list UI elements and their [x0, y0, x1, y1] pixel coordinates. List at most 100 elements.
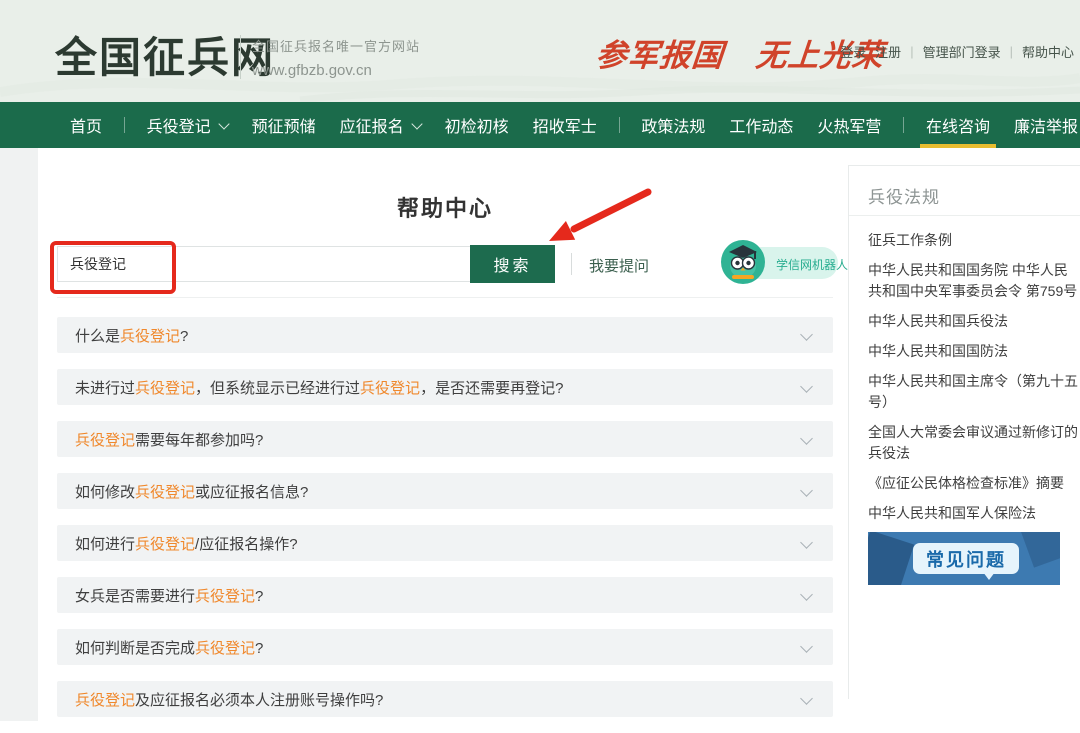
- page-left-gutter: [0, 148, 38, 721]
- faq-question-text: ?: [180, 328, 188, 345]
- sidebar-link[interactable]: 中华人民共和国军人保险法: [868, 503, 1078, 524]
- highlighted-keyword: 兵役登记: [135, 536, 195, 553]
- faq-question-text: 如何判断是否完成: [75, 640, 195, 657]
- separator: |: [1010, 44, 1013, 59]
- nav-item-military-camp[interactable]: 火热军营: [815, 102, 883, 148]
- sidebar-top-border: [848, 165, 1080, 166]
- faq-question-text: ，但系统显示已经进行过: [195, 380, 360, 397]
- nav-item-work-updates[interactable]: 工作动态: [727, 102, 795, 148]
- nav-item-integrity-report[interactable]: 廉洁举报: [1012, 102, 1080, 148]
- sidebar-link[interactable]: 中华人民共和国兵役法: [868, 311, 1078, 332]
- sidebar-link[interactable]: 征兵工作条例: [868, 230, 1078, 251]
- faq-question-text: /应征报名操作?: [195, 536, 298, 553]
- nav-item-label: 首页: [70, 113, 102, 137]
- chevron-down-icon: [800, 380, 813, 393]
- logo-divider: [240, 35, 241, 79]
- nav-item-label: 兵役登记: [147, 113, 211, 137]
- nav-item-home[interactable]: 首页: [68, 102, 104, 148]
- nav-item-label: 廉洁举报: [1014, 113, 1078, 137]
- faq-question-text: 需要每年都参加吗?: [135, 432, 263, 449]
- faq-question: 如何进行兵役登记/应征报名操作?: [75, 533, 298, 554]
- faq-question-text: 或应征报名信息?: [195, 484, 308, 501]
- faq-question: 兵役登记需要每年都参加吗?: [75, 429, 263, 450]
- faq-item[interactable]: 女兵是否需要进行兵役登记?: [57, 577, 833, 613]
- page-title: 帮助中心: [57, 191, 833, 223]
- sidebar-link[interactable]: 《应征公民体格检查标准》摘要: [868, 473, 1078, 494]
- faq-question-text: ?: [255, 588, 263, 605]
- owl-robot-icon: [720, 239, 766, 285]
- highlighted-keyword: 兵役登记: [120, 328, 180, 345]
- faq-item[interactable]: 兵役登记及应征报名必须本人注册账号操作吗?: [57, 681, 833, 717]
- highlighted-keyword: 兵役登记: [135, 484, 195, 501]
- faq-question-text: ，是否还需要再登记?: [420, 380, 563, 397]
- faq-item[interactable]: 什么是兵役登记?: [57, 317, 833, 353]
- faq-question: 如何修改兵役登记或应征报名信息?: [75, 481, 308, 502]
- faq-banner-bubble: 常见问题: [913, 543, 1019, 574]
- search-button[interactable]: 搜索: [470, 245, 555, 283]
- admin-login-link[interactable]: 管理部门登录: [923, 42, 1001, 61]
- top-links: 登录注册 | 管理部门登录 | 帮助中心: [840, 42, 1074, 61]
- robot-assistant-label: 学信网机器人: [776, 256, 848, 273]
- sidebar-link[interactable]: 中华人民共和国主席令（第九十五号）: [868, 371, 1078, 413]
- faq-question-text: ?: [255, 640, 263, 657]
- faq-question: 什么是兵役登记?: [75, 325, 188, 346]
- login-link[interactable]: 登录: [840, 42, 866, 61]
- sidebar-link[interactable]: 中华人民共和国国务院 中华人民共和国中央军事委员会令 第759号: [868, 260, 1078, 302]
- ask-question-link[interactable]: 我要提问: [589, 255, 649, 276]
- highlighted-keyword: 兵役登记: [135, 380, 195, 397]
- chevron-down-icon: [800, 484, 813, 497]
- nav-item-label: 工作动态: [729, 113, 793, 137]
- nav-item-label: 招收军士: [533, 113, 597, 137]
- faq-item[interactable]: 如何判断是否完成兵役登记?: [57, 629, 833, 665]
- faq-item[interactable]: 如何修改兵役登记或应征报名信息?: [57, 473, 833, 509]
- faq-question: 未进行过兵役登记，但系统显示已经进行过兵役登记，是否还需要再登记?: [75, 377, 563, 398]
- content-divider: [57, 297, 833, 298]
- nav-item-label: 火热军营: [817, 113, 881, 137]
- faq-list: 什么是兵役登记?未进行过兵役登记，但系统显示已经进行过兵役登记，是否还需要再登记…: [57, 317, 833, 733]
- separator: |: [910, 44, 913, 59]
- main-navigation: 首页 兵役登记 预征预储应征报名 初检初核招收军士 政策法规工作动态火热军营 在线咨询廉洁…: [0, 102, 1080, 148]
- highlighted-keyword: 兵役登记: [75, 692, 135, 709]
- chevron-down-icon: [800, 640, 813, 653]
- chevron-down-icon: [800, 692, 813, 705]
- chevron-down-icon: [218, 118, 229, 129]
- nav-item-label: 应征报名: [340, 113, 404, 137]
- search-input[interactable]: [57, 246, 471, 282]
- sidebar-title: 兵役法规: [868, 183, 940, 208]
- nav-item-policies-regulations[interactable]: 政策法规: [639, 102, 707, 148]
- faq-item[interactable]: 未进行过兵役登记，但系统显示已经进行过兵役登记，是否还需要再登记?: [57, 369, 833, 405]
- nav-item-pre-conscription-reserve[interactable]: 预征预储: [250, 102, 318, 148]
- nav-item-label: 预征预储: [252, 113, 316, 137]
- faq-item[interactable]: 兵役登记需要每年都参加吗?: [57, 421, 833, 457]
- faq-banner[interactable]: 常见问题: [868, 532, 1060, 585]
- nav-item-initial-check[interactable]: 初检初核: [443, 102, 511, 148]
- highlighted-keyword: 兵役登记: [195, 588, 255, 605]
- separator: [571, 253, 572, 275]
- register-link[interactable]: 注册: [875, 42, 901, 61]
- sidebar-divider: [849, 215, 1080, 216]
- sidebar-link[interactable]: 中华人民共和国国防法: [868, 341, 1078, 362]
- faq-question-text: 及应征报名必须本人注册账号操作吗?: [135, 692, 383, 709]
- faq-banner-bubble-tail: [983, 572, 995, 580]
- nav-item-military-service-registration[interactable]: 兵役登记: [145, 102, 230, 148]
- nav-item-label: 政策法规: [641, 113, 705, 137]
- help-center-link[interactable]: 帮助中心: [1022, 42, 1074, 61]
- tagline-line1: 全国征兵报名唯一官方网站: [252, 36, 420, 55]
- sidebar-link[interactable]: 全国人大常委会审议通过新修订的兵役法: [868, 422, 1078, 464]
- nav-item-online-consultation[interactable]: 在线咨询: [924, 102, 992, 148]
- site-logo[interactable]: 全国征兵网: [55, 24, 275, 85]
- faq-question-text: 什么是: [75, 328, 120, 345]
- chevron-down-icon: [800, 588, 813, 601]
- sidebar-left-border: [848, 165, 849, 699]
- site-header: 全国征兵网 全国征兵报名唯一官方网站 www.gfbzb.gov.cn 参军报国…: [0, 0, 1080, 102]
- faq-item[interactable]: 如何进行兵役登记/应征报名操作?: [57, 525, 833, 561]
- faq-question: 女兵是否需要进行兵役登记?: [75, 585, 263, 606]
- highlighted-keyword: 兵役登记: [360, 380, 420, 397]
- highlighted-keyword: 兵役登记: [195, 640, 255, 657]
- nav-item-enlistment-application[interactable]: 应征报名: [338, 102, 423, 148]
- highlighted-keyword: 兵役登记: [75, 432, 135, 449]
- separator: [124, 117, 125, 133]
- faq-question: 兵役登记及应征报名必须本人注册账号操作吗?: [75, 689, 383, 710]
- faq-question-text: 如何进行: [75, 536, 135, 553]
- nav-item-nco-recruitment[interactable]: 招收军士: [531, 102, 599, 148]
